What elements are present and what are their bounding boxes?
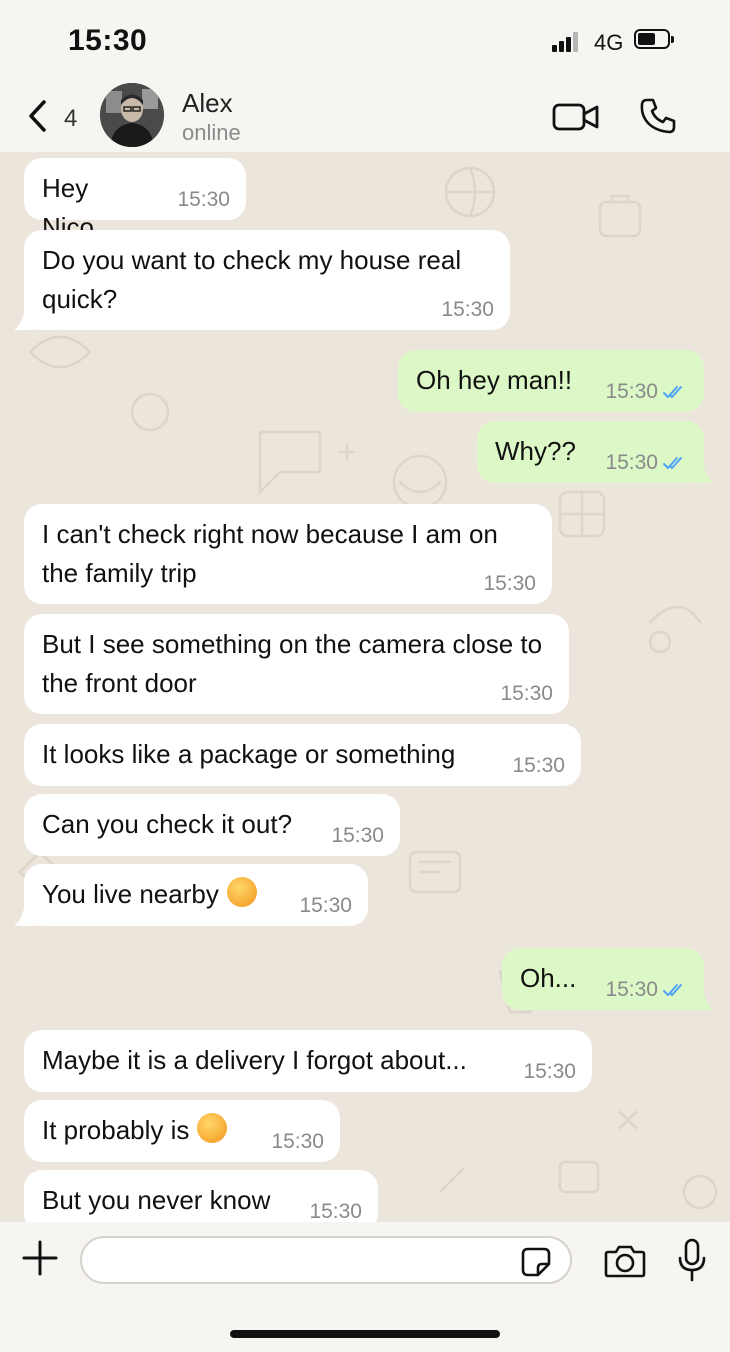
message-text: Why??: [495, 436, 576, 466]
incoming-message[interactable]: Do you want to check my house real quick…: [14, 230, 510, 330]
contact-name[interactable]: Alex: [182, 88, 233, 119]
incoming-message[interactable]: It looks like a package or something 15:3…: [24, 724, 581, 786]
incoming-message[interactable]: I can't check right now because I am on …: [24, 504, 552, 604]
message-list[interactable]: Hey Nico 15:30 Do you want to check my hou…: [0, 152, 730, 1222]
signal-icon: [552, 30, 584, 52]
sticker-icon[interactable]: [520, 1246, 552, 1278]
incoming-message[interactable]: Can you check it out? 15:30: [24, 794, 400, 856]
read-receipt-icon: [663, 457, 682, 469]
bubble-tail: [14, 908, 36, 926]
chevron-left-icon[interactable]: [24, 98, 54, 134]
composer-bar: [0, 1222, 730, 1352]
message-time: 15:30: [500, 682, 553, 705]
message-text: Can you check it out?: [42, 809, 293, 839]
microphone-icon[interactable]: [676, 1238, 708, 1282]
outgoing-message[interactable]: Oh hey man!! 15:30: [398, 350, 704, 412]
battery-icon: [634, 29, 674, 51]
outgoing-message[interactable]: Oh... 15:30: [502, 948, 714, 1010]
status-time: 15:30: [68, 24, 148, 57]
message-input[interactable]: [80, 1236, 572, 1284]
status-bar: 15:30 4G: [0, 0, 730, 80]
video-call-icon[interactable]: [552, 100, 600, 134]
message-time: 15:30: [299, 894, 352, 917]
read-receipt-icon: [663, 386, 682, 398]
unread-count[interactable]: 4: [64, 105, 77, 133]
outgoing-message[interactable]: Why?? 15:30: [477, 421, 714, 483]
message-time: 15:30: [441, 298, 494, 321]
message-time: 15:30: [271, 1130, 324, 1153]
message-text: It looks like a package or something: [42, 739, 456, 769]
message-time: 15:30: [523, 1060, 576, 1083]
network-type: 4G: [594, 30, 624, 55]
message-text: Do you want to check my house real quick…: [42, 245, 462, 314]
incoming-message[interactable]: You live nearby 15:30: [14, 864, 368, 926]
message-text: You live nearby: [42, 875, 268, 914]
message-text: I can't check right now because I am on …: [42, 519, 498, 588]
camera-icon[interactable]: [604, 1244, 646, 1278]
grinning-sweat-face-icon: [197, 1113, 228, 1143]
chat-header: 4 Alex online: [0, 80, 730, 152]
incoming-message[interactable]: But you never know 15:30: [24, 1170, 378, 1222]
message-text: But I see something on the camera close …: [42, 629, 543, 698]
message-time: 15:30: [605, 452, 690, 473]
bubble-tail: [692, 465, 714, 483]
phone-icon[interactable]: [638, 96, 678, 136]
avatar[interactable]: [100, 83, 164, 147]
incoming-message[interactable]: But I see something on the camera close …: [24, 614, 569, 714]
plus-icon[interactable]: [22, 1240, 58, 1276]
message-time: 15:30: [483, 572, 536, 595]
contact-status: online: [182, 120, 241, 145]
incoming-message[interactable]: Hey Nico 15:30: [24, 158, 246, 242]
home-indicator: [230, 1330, 500, 1338]
message-text: Maybe it is a delivery I forgot about...: [42, 1045, 467, 1075]
message-time: 15:30: [331, 824, 384, 847]
bubble-tail: [14, 312, 36, 330]
message-time: 15:30: [605, 979, 690, 1000]
zany-face-icon: [226, 877, 257, 907]
message-time: 15:30: [605, 381, 690, 402]
read-receipt-icon: [663, 984, 682, 996]
message-text: But you never know: [42, 1185, 271, 1215]
message-time: 15:30: [512, 754, 565, 777]
message-text: Oh...: [520, 963, 577, 993]
incoming-message[interactable]: Maybe it is a delivery I forgot about...…: [24, 1030, 592, 1092]
message-time: 15:30: [177, 188, 230, 211]
message-time: 15:30: [309, 1200, 362, 1222]
incoming-message[interactable]: It probably is 15:30: [24, 1100, 340, 1162]
bubble-tail: [692, 992, 714, 1010]
message-text: It probably is: [42, 1111, 240, 1150]
message-text: Oh hey man!!: [416, 365, 573, 395]
